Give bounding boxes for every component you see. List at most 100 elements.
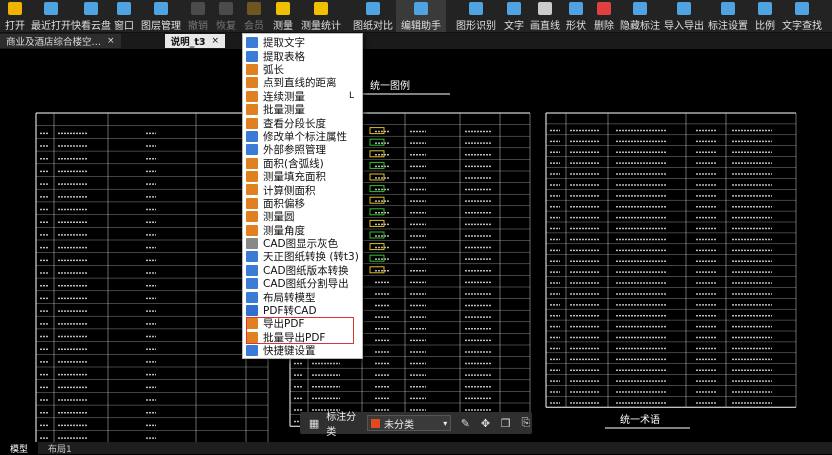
toolbar-button-13[interactable]: 文字 (500, 0, 528, 32)
tab-commercial-hotel[interactable]: 商业及酒店综合楼空… × (0, 34, 121, 48)
category-select[interactable]: 未分类 ▾ (367, 415, 452, 431)
menu-item-4[interactable]: 连续测量 L (243, 90, 362, 103)
menu-item-8[interactable]: 外部参照管理 (243, 143, 362, 156)
menu-item-14[interactable]: 测量角度 (243, 223, 362, 237)
point-line-icon (246, 77, 258, 89)
close-icon[interactable]: × (211, 36, 219, 46)
menu-item-20[interactable]: PDF转CAD (243, 304, 362, 317)
menu-item-12[interactable]: 面积偏移 (243, 197, 362, 210)
batch-measure-icon (246, 104, 258, 116)
menu-item-5[interactable]: 批量测量 (243, 103, 362, 116)
menu-item-2[interactable]: 弧长 (243, 63, 362, 76)
tab-description-t3[interactable]: 说明_t3 × (164, 34, 226, 48)
arc-length-icon (246, 63, 258, 75)
menu-item-6[interactable]: 查看分段长度 (243, 116, 362, 130)
legend-title: 统一图例 (370, 79, 410, 92)
chevron-down-icon: ▾ (443, 418, 448, 428)
menu-item-19[interactable]: 布局转模型 (243, 290, 362, 304)
menu-item-7[interactable]: 修改单个标注属性 (243, 130, 362, 143)
toolbar-button-label: 测量 (273, 21, 293, 32)
menu-item-16[interactable]: 天正图纸转换 (转t3) (243, 250, 362, 263)
layout-model-icon (246, 291, 258, 303)
toolbar-button-18[interactable]: 导入导出 (662, 0, 706, 32)
menu-item-11[interactable]: 计算侧面积 (243, 183, 362, 197)
drawing-canvas[interactable]: 统一图例 统一术语 (0, 49, 832, 442)
toolbar-button-20[interactable]: 比例 (750, 0, 780, 32)
continuous-measure-icon (246, 90, 258, 102)
tab-label: 商业及酒店综合楼空… (6, 37, 102, 48)
toolbar-button-6[interactable]: 恢复 (212, 0, 240, 32)
toolbar-button-label: 窗口 (114, 21, 134, 32)
redo-icon (219, 2, 233, 15)
edit-icon[interactable]: ✎ (459, 416, 471, 430)
annotation-settings-icon (721, 2, 735, 15)
menu-item-18[interactable]: CAD图纸分割导出 (243, 277, 362, 290)
main-toolbar: 打开 最近打开 快看云盘 窗口 图层管理 撤销 恢复 会员 测量 测量统计 图纸对比 编辑助手 图形识别… (0, 0, 832, 33)
measure-circle-icon (246, 211, 258, 223)
grid-icon[interactable]: ▦ (308, 416, 320, 430)
history-icon (44, 2, 58, 15)
menu-item-23[interactable]: 快捷键设置 (243, 344, 362, 357)
toolbar-button-label: 隐藏标注 (620, 21, 660, 32)
toolbar-button-label: 形状 (566, 21, 586, 32)
category-color-swatch (371, 418, 381, 428)
toolbar-button-7[interactable]: 会员 (240, 0, 268, 32)
menu-item-15[interactable]: CAD图显示灰色 (243, 237, 362, 250)
menu-item-0[interactable]: 提取文字 (243, 36, 362, 49)
layout-tabs: 模型 布局1 (0, 441, 832, 455)
menu-item-9[interactable]: 面积(含弧线) (243, 157, 362, 170)
line-icon (538, 2, 552, 15)
menu-item-10[interactable]: 测量填充面积 (243, 170, 362, 183)
menu-item-22[interactable]: 批量导出PDF (243, 331, 362, 344)
extract-text-icon (246, 37, 258, 49)
toolbar-button-16[interactable]: 删除 (590, 0, 618, 32)
text-icon (507, 2, 521, 15)
copy-icon[interactable]: ❐ (500, 416, 512, 430)
menu-item-13[interactable]: 测量圆 (243, 210, 362, 223)
gray-display-icon (246, 238, 258, 250)
toolbar-button-17[interactable]: 隐藏标注 (618, 0, 662, 32)
move-icon[interactable]: ✥ (479, 416, 491, 430)
toolbar-button-14[interactable]: 画直线 (528, 0, 562, 32)
undo-icon (191, 2, 205, 15)
toolbar-button-15[interactable]: 形状 (562, 0, 590, 32)
menu-item-1[interactable]: 提取表格 (243, 49, 362, 63)
tab-label: 说明_t3 (170, 37, 206, 48)
toolbar-button-label: 标注设置 (708, 21, 748, 32)
toolbar-button-4[interactable]: 图层管理 (138, 0, 184, 32)
toolbar-button-12[interactable]: 图形识别 (452, 0, 500, 32)
toolbar-button-label: 比例 (755, 21, 775, 32)
hide-annotation-icon (633, 2, 647, 15)
toolbar-button-label: 快看云盘 (71, 21, 111, 32)
toolbar-button-10[interactable]: 图纸对比 (350, 0, 396, 32)
toolbar-button-5[interactable]: 撤销 (184, 0, 212, 32)
toolbar-button-21[interactable]: 文字查找 (780, 0, 824, 32)
scale-icon (758, 2, 772, 15)
annotation-category-label: 标注分类 (326, 412, 357, 438)
menu-item-3[interactable]: 点到直线的距离 (243, 76, 362, 89)
ruler-icon (276, 2, 290, 15)
toolbar-button-label: 恢复 (216, 21, 236, 32)
menu-item-17[interactable]: CAD图纸版本转换 (243, 264, 362, 277)
toolbar-button-8[interactable]: 测量 (268, 0, 298, 32)
text-search-icon (795, 2, 809, 15)
cloud-icon (84, 2, 98, 15)
toolbar-button-2[interactable]: 快看云盘 (71, 0, 111, 32)
close-icon[interactable]: × (107, 36, 115, 46)
toolbar-button-9[interactable]: 测量统计 (298, 0, 344, 32)
annotation-float-toolbar: ▦ 标注分类 未分类 ▾ ✎ ✥ ❐ ⎘ (300, 412, 532, 438)
measure-angle-icon (246, 224, 258, 236)
toolbar-button-1[interactable]: 最近打开 (30, 0, 72, 32)
pdf-to-cad-icon (246, 305, 258, 316)
extract-table-icon (246, 50, 258, 62)
toolbar-button-19[interactable]: 标注设置 (706, 0, 750, 32)
menu-item-21[interactable]: 导出PDF (243, 317, 362, 330)
compare-icon (366, 2, 380, 15)
toolbar-button-11[interactable]: 编辑助手 (396, 0, 446, 32)
vip-icon (247, 2, 261, 15)
tab-model[interactable]: 模型 (0, 441, 39, 455)
paste-icon[interactable]: ⎘ (520, 416, 532, 430)
toolbar-button-0[interactable]: 打开 (0, 0, 30, 32)
tab-layout1[interactable]: 布局1 (38, 442, 82, 455)
toolbar-button-3[interactable]: 窗口 (110, 0, 138, 32)
